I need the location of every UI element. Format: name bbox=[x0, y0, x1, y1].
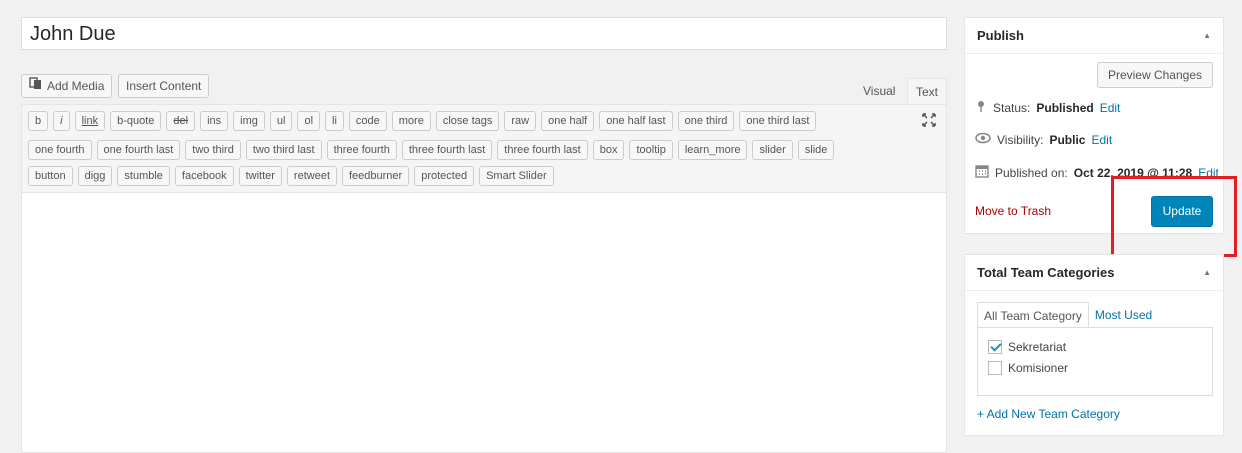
publish-title: Publish bbox=[977, 28, 1024, 43]
collapse-arrow-icon[interactable]: ▲ bbox=[1203, 268, 1211, 277]
published-label: Published on: bbox=[995, 165, 1068, 180]
quicktag-b-quote-button[interactable]: b-quote bbox=[110, 111, 162, 131]
quicktags-row-2: one fourth one fourth last two third two th… bbox=[28, 140, 835, 160]
quicktag-slider-button[interactable]: slider bbox=[752, 140, 793, 160]
quicktag-slide-button[interactable]: slide bbox=[797, 140, 835, 160]
quicktag-box-button[interactable]: box bbox=[592, 140, 625, 160]
quicktag-feedburner-button[interactable]: feedburner bbox=[342, 166, 410, 186]
insert-content-label: Insert Content bbox=[126, 79, 202, 93]
editor: b i link b-quote del ins img ul ol li code more clos… bbox=[21, 104, 947, 453]
quicktag-tooltip-button[interactable]: tooltip bbox=[629, 140, 673, 160]
add-media-button[interactable]: Add Media bbox=[21, 74, 113, 98]
category-label: Sekretariat bbox=[1008, 340, 1067, 354]
quicktag-three-fourth-last-button[interactable]: three fourth last bbox=[401, 140, 493, 160]
content-textarea[interactable] bbox=[22, 193, 946, 452]
quicktag-ul-button[interactable]: ul bbox=[269, 111, 293, 131]
add-media-label: Add Media bbox=[47, 79, 105, 93]
quicktag-facebook-button[interactable]: facebook bbox=[174, 166, 234, 186]
quicktag-ol-button[interactable]: ol bbox=[297, 111, 321, 131]
status-value: Published bbox=[1036, 101, 1094, 115]
preview-changes-button[interactable]: Preview Changes bbox=[1096, 62, 1213, 88]
quicktag-code-button[interactable]: code bbox=[348, 111, 387, 131]
insert-content-button[interactable]: Insert Content bbox=[118, 74, 210, 98]
visibility-label: Visibility: bbox=[997, 132, 1044, 147]
quicktag-raw-button[interactable]: raw bbox=[504, 111, 537, 131]
quicktag-protected-button[interactable]: protected bbox=[414, 166, 475, 186]
collapse-arrow-icon[interactable]: ▲ bbox=[1203, 31, 1211, 40]
eye-icon bbox=[975, 132, 991, 147]
checkbox-sekretariat[interactable] bbox=[988, 340, 1002, 354]
quicktags-row-1: b i link b-quote del ins img ul ol li code more clos… bbox=[28, 111, 817, 131]
category-checklist: Sekretariat Komisioner bbox=[977, 327, 1213, 396]
status-row: Status: Published Edit bbox=[975, 100, 1120, 116]
tab-visual[interactable]: Visual bbox=[855, 78, 903, 105]
quicktag-one-third-last-button[interactable]: one third last bbox=[739, 111, 817, 131]
quicktag-b-button[interactable]: b bbox=[28, 111, 49, 131]
quicktag-one-half-button[interactable]: one half bbox=[541, 111, 595, 131]
quicktag-i-button[interactable]: i bbox=[53, 111, 70, 131]
pin-icon bbox=[975, 100, 987, 116]
quicktags-toolbar: b i link b-quote del ins img ul ol li code more clos… bbox=[22, 105, 946, 193]
quicktag-one-half-last-button[interactable]: one half last bbox=[599, 111, 673, 131]
quicktag-link-button[interactable]: link bbox=[74, 111, 106, 131]
quicktag-li-button[interactable]: li bbox=[325, 111, 344, 131]
quicktag-two-third-last-button[interactable]: two third last bbox=[245, 140, 322, 160]
quicktag-del-button[interactable]: del bbox=[166, 111, 196, 131]
quicktag-digg-button[interactable]: digg bbox=[77, 166, 113, 186]
quicktag-more-button[interactable]: more bbox=[391, 111, 431, 131]
status-edit-link[interactable]: Edit bbox=[1100, 101, 1121, 115]
publish-header[interactable]: Publish ▲ bbox=[965, 18, 1223, 54]
post-title-input[interactable]: John Due bbox=[21, 17, 947, 50]
quicktag-three-fourth-button[interactable]: three fourth bbox=[326, 140, 397, 160]
checkbox-komisioner[interactable] bbox=[988, 361, 1002, 375]
tab-all-team-category[interactable]: All Team Category bbox=[977, 302, 1089, 328]
quicktag-button-button[interactable]: button bbox=[28, 166, 73, 186]
visibility-edit-link[interactable]: Edit bbox=[1091, 133, 1112, 147]
add-new-team-category-link[interactable]: + Add New Team Category bbox=[977, 407, 1120, 421]
quicktag-img-button[interactable]: img bbox=[233, 111, 265, 131]
quicktag-one-fourth-last-button[interactable]: one fourth last bbox=[96, 140, 181, 160]
highlight-annotation bbox=[1111, 176, 1237, 257]
quicktag-smart-slider-button[interactable]: Smart Slider bbox=[479, 166, 554, 186]
fullscreen-icon[interactable] bbox=[922, 113, 936, 127]
quicktag-three-fourth-last-button[interactable]: three fourth last bbox=[497, 140, 588, 160]
visibility-row: Visibility: Public Edit bbox=[975, 132, 1112, 147]
category-label: Komisioner bbox=[1008, 361, 1069, 375]
calendar-icon bbox=[975, 164, 989, 181]
tab-most-used[interactable]: Most Used bbox=[1089, 302, 1158, 328]
tab-text[interactable]: Text bbox=[907, 78, 948, 105]
quicktag-stumble-button[interactable]: stumble bbox=[117, 166, 170, 186]
visibility-value: Public bbox=[1049, 132, 1086, 147]
status-label: Status: bbox=[993, 101, 1031, 115]
team-categories-title: Total Team Categories bbox=[977, 265, 1115, 280]
category-item[interactable]: Komisioner bbox=[988, 361, 1068, 375]
quicktag-retweet-button[interactable]: retweet bbox=[286, 166, 337, 186]
quicktags-row-3: button digg stumble facebook twitter retweet f… bbox=[28, 166, 554, 186]
quicktag-twitter-button[interactable]: twitter bbox=[238, 166, 282, 186]
quicktag-one-third-button[interactable]: one third bbox=[677, 111, 735, 131]
quicktag-two-third-button[interactable]: two third bbox=[185, 140, 241, 160]
move-to-trash-link[interactable]: Move to Trash bbox=[975, 204, 1051, 218]
team-categories-header[interactable]: Total Team Categories ▲ bbox=[965, 255, 1223, 291]
team-categories-box: Total Team Categories ▲ All Team Categor… bbox=[964, 254, 1224, 436]
media-icon bbox=[29, 75, 43, 97]
quicktag-one-fourth-button[interactable]: one fourth bbox=[28, 140, 92, 160]
quicktag-close-tags-button[interactable]: close tags bbox=[435, 111, 500, 131]
quicktag-ins-button[interactable]: ins bbox=[200, 111, 229, 131]
category-tabs: All Team Category Most Used bbox=[977, 302, 1158, 328]
category-item[interactable]: Sekretariat bbox=[988, 340, 1066, 354]
quicktag-learn-more-button[interactable]: learn_more bbox=[677, 140, 748, 160]
